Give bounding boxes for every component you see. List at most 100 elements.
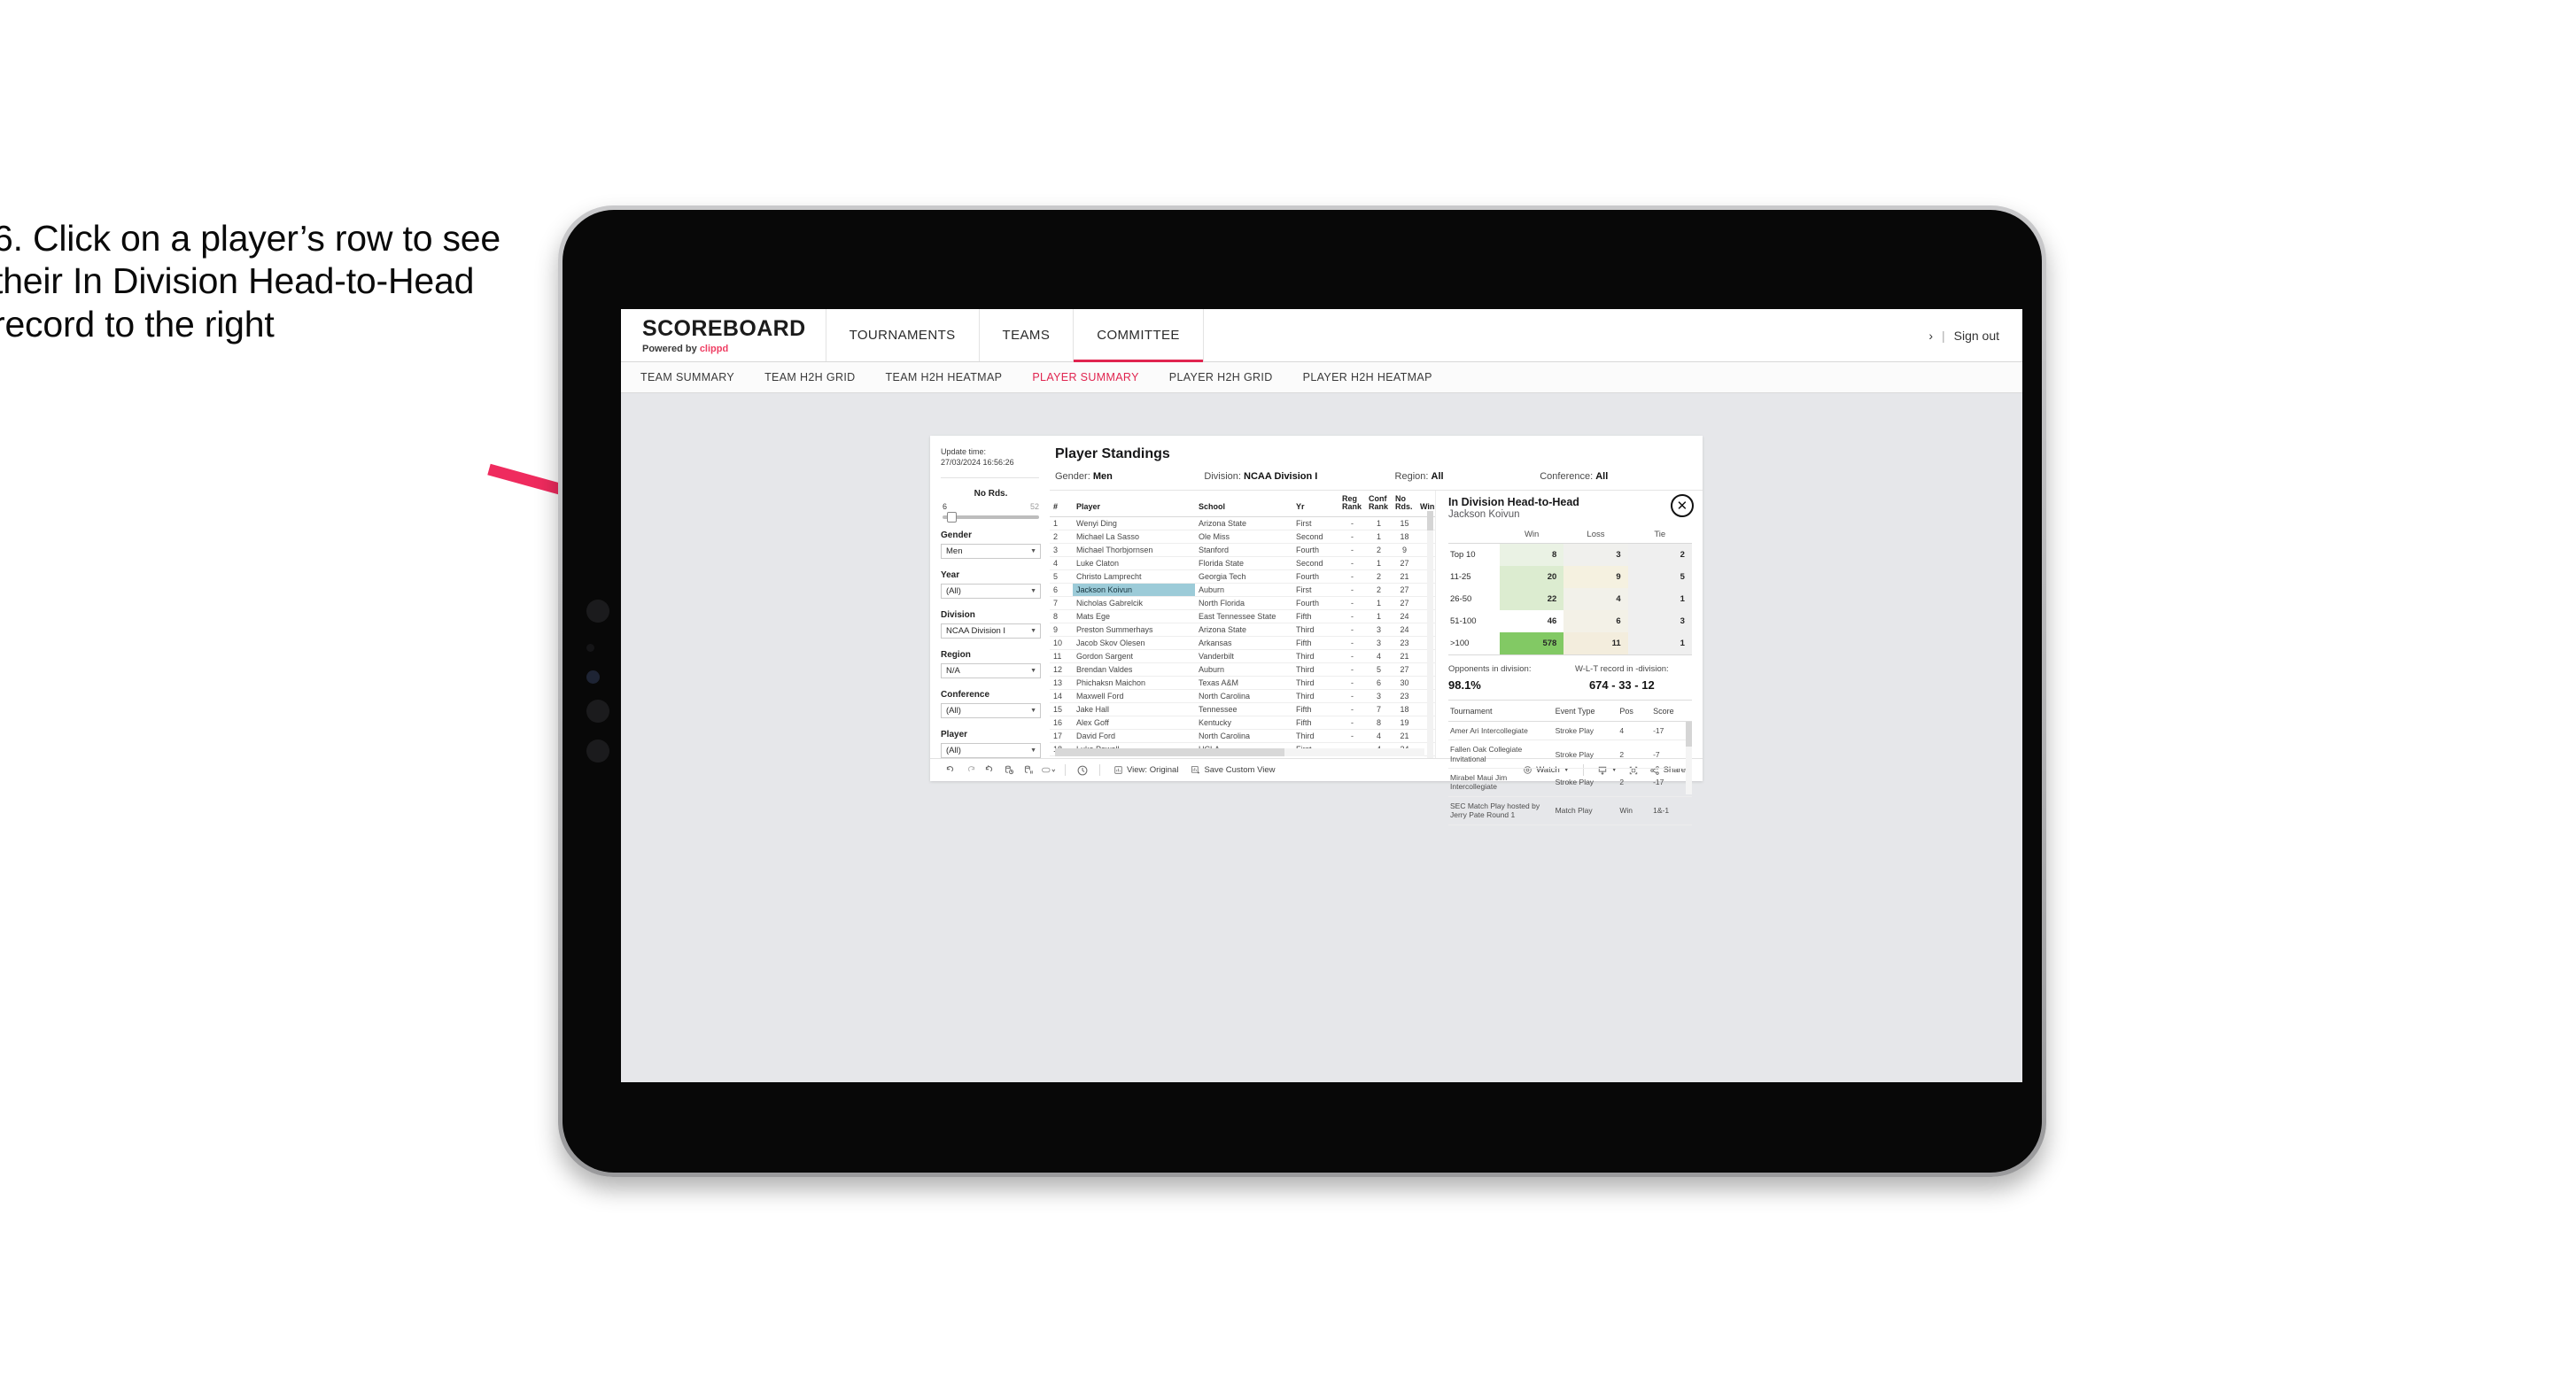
tournament-row[interactable]: Mirabel Maui Jim Intercollegiate Stroke P… xyxy=(1448,768,1692,797)
region-select[interactable]: N/A ▼ xyxy=(941,663,1041,679)
table-row[interactable]: 5 Christo Lamprecht Georgia Tech Fourth -2 21… xyxy=(1050,569,1435,584)
redo-icon[interactable] xyxy=(960,761,980,780)
col-rank[interactable]: # xyxy=(1050,491,1073,517)
table-row[interactable]: 8Mats EgeEast Tennessee StateFifth-1242 xyxy=(1050,609,1435,623)
cell-conf-rank: 7 xyxy=(1365,702,1392,716)
h2h-cell-win: 20 xyxy=(1500,566,1564,588)
tournament-row[interactable]: SEC Match Play hosted by Jerry Pate Roun… xyxy=(1448,796,1692,825)
table-row[interactable]: 12Brendan ValdesAuburnThird-5270 xyxy=(1050,662,1435,677)
filter-division: Division NCAA Division I ▼ xyxy=(941,610,1041,639)
col-tournament[interactable]: Tournament xyxy=(1448,701,1554,722)
standings-horizontal-scrollbar[interactable] xyxy=(1055,748,1424,756)
h2h-cell-tie: 3 xyxy=(1627,610,1692,632)
table-row[interactable]: 6Jackson KoivunAuburnFirst-2271 xyxy=(1050,583,1435,597)
division-select[interactable]: NCAA Division I ▼ xyxy=(941,623,1041,639)
filter-year-label: Year xyxy=(941,570,960,581)
h2h-grid-bottom-rule xyxy=(1448,654,1692,655)
col-conf-rank[interactable]: Conf Rank xyxy=(1365,491,1392,517)
tab-team-summary[interactable]: TEAM SUMMARY xyxy=(640,371,734,383)
sub-nav: TEAM SUMMARY TEAM H2H GRID TEAM H2H HEAT… xyxy=(621,362,2022,393)
table-row[interactable]: 2Michael La SassoOle MissSecond-1180 xyxy=(1050,530,1435,544)
tab-team-h2h-grid[interactable]: TEAM H2H GRID xyxy=(764,371,855,383)
cell-rank: 9 xyxy=(1050,623,1073,637)
cell-no-rounds: 18 xyxy=(1392,530,1416,544)
table-row[interactable]: 4Luke ClatonFlorida StateSecond-1272 xyxy=(1050,556,1435,570)
tournament-row[interactable]: Amer Ari Intercollegiate Stroke Play 4 -17 xyxy=(1448,721,1692,741)
gender-select[interactable]: Men ▼ xyxy=(941,544,1041,560)
year-select[interactable]: (All) ▼ xyxy=(941,584,1041,600)
player-select[interactable]: (All) ▼ xyxy=(941,743,1041,759)
scrollbar-thumb[interactable] xyxy=(1427,511,1433,530)
undo-icon[interactable] xyxy=(941,761,960,780)
cell-no-rounds: 24 xyxy=(1392,623,1416,637)
save-custom-view-button[interactable]: Save Custom View xyxy=(1184,765,1281,775)
nav-tournaments[interactable]: TOURNAMENTS xyxy=(826,309,980,361)
scrollbar-thumb[interactable] xyxy=(1055,748,1284,756)
refresh-data-icon[interactable] xyxy=(999,761,1019,780)
standings-vertical-scrollbar[interactable] xyxy=(1427,511,1433,758)
cell-pos: Win xyxy=(1618,796,1652,825)
history-icon[interactable] xyxy=(1073,761,1092,780)
brand-subtitle: Powered by clippd xyxy=(642,344,806,354)
table-row[interactable]: 14Maxwell FordNorth CarolinaThird-3230 xyxy=(1050,689,1435,703)
tournament-vertical-scrollbar[interactable] xyxy=(1685,722,1692,794)
cell-conf-rank: 5 xyxy=(1365,662,1392,677)
shape-dropdown-icon[interactable] xyxy=(1038,761,1058,780)
view-original-button[interactable]: View: Original xyxy=(1107,765,1184,775)
slider-track[interactable] xyxy=(943,512,1039,523)
close-icon[interactable]: ✕ xyxy=(1670,494,1694,517)
table-row[interactable]: 1Wenyi DingArizona StateFirst-1151 xyxy=(1050,516,1435,530)
cell-rank: 4 xyxy=(1050,556,1073,570)
col-reg-rank[interactable]: Reg Rank xyxy=(1338,491,1365,517)
table-row[interactable]: 17David FordNorth CarolinaThird-4211 xyxy=(1050,729,1435,743)
tournament-row[interactable]: Fallen Oak Collegiate Invitational Stroke… xyxy=(1448,739,1692,770)
col-pos[interactable]: Pos xyxy=(1618,701,1652,722)
standings-body: 1Wenyi DingArizona StateFirst-11512Micha… xyxy=(1050,516,1435,758)
table-row[interactable]: 7 Nicholas Gabrelcik North Florida Fourth -1… xyxy=(1050,596,1435,610)
h2h-cell-tie: 5 xyxy=(1627,566,1692,588)
col-player[interactable]: Player xyxy=(1073,491,1195,517)
cell-conf-rank: 4 xyxy=(1365,649,1392,663)
table-row[interactable]: 9 Preston Summerhays Arizona State Third -3 2… xyxy=(1050,623,1435,637)
h2h-row: 51-100 46 6 3 xyxy=(1448,610,1692,632)
conference-select[interactable]: (All) ▼ xyxy=(941,703,1041,719)
cell-reg-rank: - xyxy=(1338,556,1365,570)
col-score[interactable]: Score xyxy=(1651,701,1692,722)
pause-updates-icon[interactable] xyxy=(1019,761,1038,780)
table-row[interactable]: 10Jacob Skov OlesenArkansasFifth-3230 xyxy=(1050,636,1435,650)
sensor-dot-icon xyxy=(586,700,609,723)
cell-player: Gordon Sargent xyxy=(1073,649,1195,663)
tab-player-h2h-heatmap[interactable]: PLAYER H2H HEATMAP xyxy=(1303,371,1432,383)
table-row[interactable]: 13Phichaksn MaichonTexas A&MThird-6301 xyxy=(1050,676,1435,690)
no-rounds-slider[interactable]: 6 52 xyxy=(941,502,1041,523)
summary-division: Division: NCAA Division I xyxy=(1204,471,1394,482)
cell-conf-rank: 1 xyxy=(1365,596,1392,610)
viz-canvas: Update time: 27/03/2024 16:56:26 No Rds.… xyxy=(621,393,2022,1082)
page-title: Player Standings xyxy=(1055,446,1170,461)
cell-rank: 15 xyxy=(1050,702,1073,716)
table-row[interactable]: 11Gordon SargentVanderbiltThird-4210 xyxy=(1050,649,1435,663)
tab-player-h2h-grid[interactable]: PLAYER H2H GRID xyxy=(1169,371,1273,383)
cell-player: David Ford xyxy=(1073,729,1195,743)
scrollbar-thumb[interactable] xyxy=(1685,722,1692,747)
col-no-rounds[interactable]: No Rds. xyxy=(1392,491,1416,517)
cell-player: Phichaksn Maichon xyxy=(1073,676,1195,690)
table-row[interactable]: 15Jake HallTennesseeFifth-7180 xyxy=(1050,702,1435,716)
nav-teams[interactable]: TEAMS xyxy=(980,309,1075,361)
cell-school: Stanford xyxy=(1195,543,1292,557)
revert-icon[interactable] xyxy=(980,761,999,780)
cell-conf-rank: 2 xyxy=(1365,543,1392,557)
col-school[interactable]: School xyxy=(1195,491,1292,517)
slider-handle[interactable] xyxy=(947,512,957,523)
table-row[interactable]: 3Michael ThorbjornsenStanfordFourth-291 xyxy=(1050,543,1435,557)
col-event-type[interactable]: Event Type xyxy=(1553,701,1618,722)
summary-gender: Gender: Men xyxy=(1055,471,1204,482)
nav-committee[interactable]: COMMITTEE xyxy=(1074,309,1204,362)
brand-logo[interactable]: SCOREBOARD Powered by clippd xyxy=(621,309,826,361)
tab-player-summary[interactable]: PLAYER SUMMARY xyxy=(1032,371,1138,383)
tab-team-h2h-heatmap[interactable]: TEAM H2H HEATMAP xyxy=(886,371,1003,383)
table-row[interactable]: 16Alex GoffKentuckyFifth-8190 xyxy=(1050,716,1435,730)
col-yr[interactable]: Yr xyxy=(1292,491,1338,517)
cell-conf-rank: 1 xyxy=(1365,609,1392,623)
sign-out-link[interactable]: Sign out xyxy=(1954,329,1999,343)
